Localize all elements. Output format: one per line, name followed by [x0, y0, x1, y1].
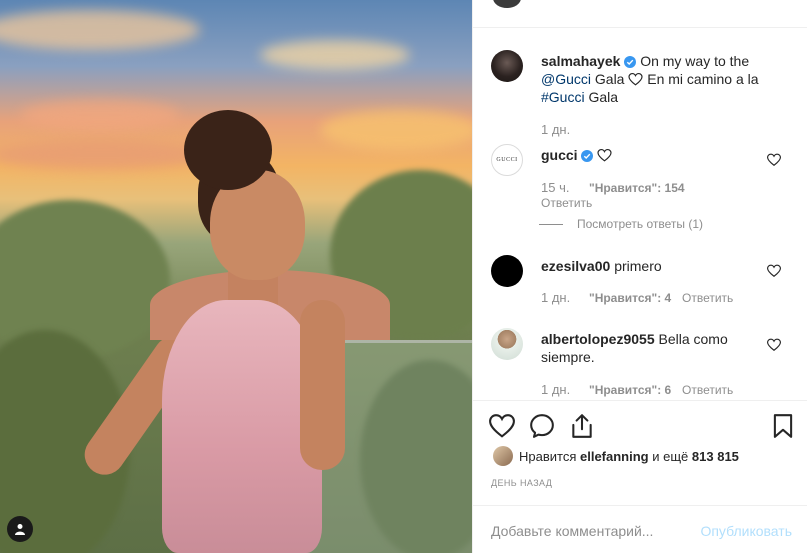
post-photo[interactable] [0, 0, 472, 553]
author-username[interactable]: salmahayek [541, 53, 620, 69]
post-date[interactable]: ДЕНЬ НАЗАД [491, 478, 552, 488]
mention-link[interactable]: @Gucci [541, 71, 591, 87]
comment-username[interactable]: ezesilva00 [541, 258, 610, 274]
caption-line-2: @Gucci Gala En mi camino a la [541, 70, 759, 88]
avatar[interactable] [491, 255, 523, 287]
comment-like-heart-icon[interactable] [767, 153, 781, 167]
caption-time[interactable]: 1 дн. [541, 122, 570, 137]
heart-emoji-icon [628, 72, 643, 86]
likes-count: 813 815 [691, 449, 739, 464]
comment-icon[interactable] [529, 413, 555, 439]
comment-time[interactable]: 1 дн. [541, 290, 570, 305]
avatar[interactable] [491, 50, 523, 82]
comment-line: albertolopez9055 Bella como [541, 330, 728, 348]
comment-likes[interactable]: "Нравится": 154 [589, 181, 685, 195]
caption-text: On my way to the [640, 53, 750, 69]
add-comment-form: Добавьте комментарий... Опубликовать [473, 505, 807, 553]
publish-button[interactable]: Опубликовать [700, 523, 792, 539]
comment-text: primero [614, 258, 662, 274]
comment-line: ezesilva00 primero [541, 257, 662, 275]
comment-like-heart-icon[interactable] [767, 264, 781, 278]
avatar[interactable] [491, 328, 523, 360]
user-tags-button[interactable] [7, 516, 33, 542]
hashtag-link[interactable]: #Gucci [541, 89, 585, 105]
comment-username[interactable]: gucci [541, 147, 578, 163]
comment-time[interactable]: 1 дн. [541, 382, 570, 397]
view-replies-button[interactable]: Посмотреть ответы (1) [539, 217, 703, 231]
avatar[interactable] [493, 0, 521, 8]
comment-likes[interactable]: "Нравится": 4 [589, 291, 671, 305]
post-header [473, 0, 807, 28]
post-side-panel: salmahayek On my way to the @Gucci Gala … [472, 0, 807, 553]
avatar[interactable] [493, 446, 513, 466]
comment-line: gucci [541, 146, 612, 164]
comment-username[interactable]: albertolopez9055 [541, 331, 655, 347]
reply-button[interactable]: Ответить [682, 291, 733, 305]
caption-text: Gala [594, 71, 625, 87]
comments-list[interactable]: salmahayek On my way to the @Gucci Gala … [473, 28, 807, 400]
liker-username: ellefanning [580, 449, 649, 464]
heart-icon[interactable] [489, 413, 515, 439]
verified-badge-icon [624, 56, 637, 68]
comment-text-continued: siempre. [541, 349, 595, 365]
caption-line-3: #Gucci Gala [541, 88, 618, 106]
comment-text: Bella como [658, 331, 728, 347]
likes-summary[interactable]: Нравится ellefanning и ещё 813 815 [519, 449, 739, 464]
bookmark-icon[interactable] [770, 413, 796, 439]
user-icon [15, 524, 25, 535]
comment-input[interactable]: Добавьте комментарий... [491, 523, 653, 539]
share-icon[interactable] [569, 413, 595, 439]
verified-badge-icon [581, 150, 594, 162]
avatar[interactable]: GUCCI [491, 144, 523, 176]
heart-emoji-icon [597, 148, 612, 162]
reply-button[interactable]: Ответить [541, 196, 592, 210]
comment-like-heart-icon[interactable] [767, 338, 781, 352]
comment-time[interactable]: 15 ч. [541, 180, 569, 195]
reply-button[interactable]: Ответить [682, 383, 733, 397]
caption-line-1: salmahayek On my way to the [541, 52, 749, 70]
caption-text: En mi camino a la [647, 71, 759, 87]
comment-likes[interactable]: "Нравится": 6 [589, 383, 671, 397]
caption-text: Gala [588, 89, 619, 105]
